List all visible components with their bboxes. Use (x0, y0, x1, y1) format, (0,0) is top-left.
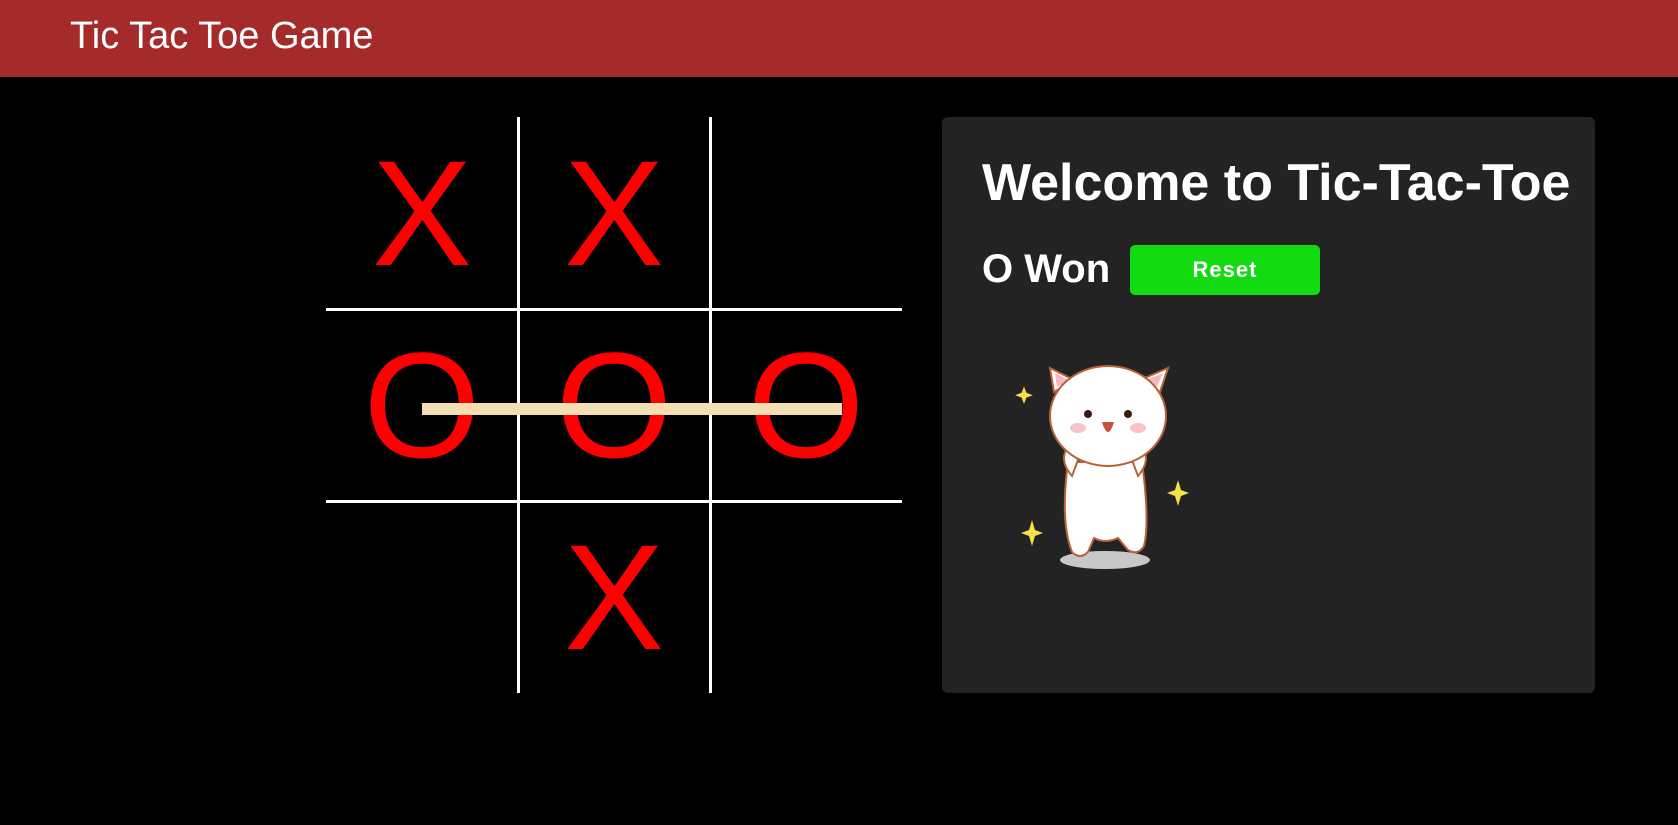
reset-button[interactable]: Reset (1130, 245, 1320, 295)
cell-7[interactable]: X (518, 501, 710, 693)
grid-line-horizontal-2 (326, 500, 902, 503)
grid-line-horizontal-1 (326, 308, 902, 311)
cell-0[interactable]: X (326, 117, 518, 309)
celebrating-cat-icon (1015, 365, 1189, 569)
winning-strike-line (422, 403, 842, 415)
app-title: Tic Tac Toe Game (70, 15, 374, 57)
welcome-heading: Welcome to Tic-Tac-Toe (982, 154, 1571, 212)
info-panel: Welcome to Tic-Tac-Toe O Won Reset (942, 117, 1595, 693)
game-board: X X O O O X (326, 117, 902, 693)
game-status: O Won (982, 247, 1111, 291)
cell-2[interactable] (710, 117, 902, 309)
navbar: Tic Tac Toe Game (0, 0, 1678, 77)
cell-8[interactable] (710, 501, 902, 693)
cell-1[interactable]: X (518, 117, 710, 309)
cell-6[interactable] (326, 501, 518, 693)
